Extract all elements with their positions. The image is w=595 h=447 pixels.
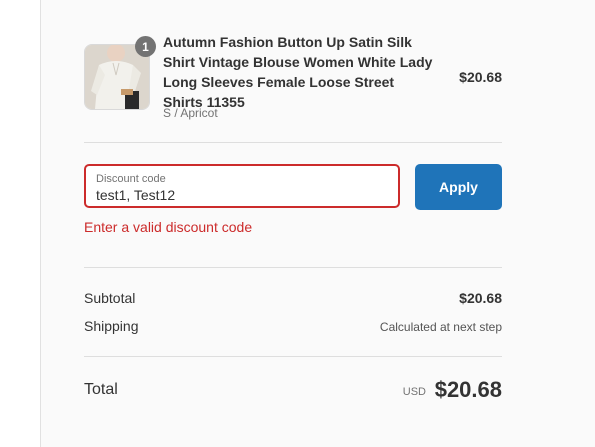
order-summary-sidebar: 1 Autumn Fashion Button Up Satin Silk Sh… (40, 0, 595, 447)
product-variant: S / Apricot (163, 106, 218, 120)
product-line-item: 1 Autumn Fashion Button Up Satin Silk Sh… (84, 32, 502, 132)
discount-code-input[interactable] (96, 187, 386, 203)
discount-code-field[interactable]: Discount code (84, 164, 400, 208)
apply-button[interactable]: Apply (415, 164, 502, 210)
shipping-value: Calculated at next step (379, 320, 502, 334)
shipping-label: Shipping (84, 318, 139, 334)
product-name: Autumn Fashion Button Up Satin Silk Shir… (163, 34, 433, 110)
divider (84, 142, 502, 143)
discount-error-message: Enter a valid discount code (84, 219, 253, 235)
total-label: Total (84, 381, 118, 398)
total-value: $20.68 (434, 377, 502, 402)
quantity-badge: 1 (135, 36, 156, 57)
product-price: $20.68 (459, 69, 502, 85)
discount-code-label: Discount code (96, 173, 166, 185)
total-currency: USD (402, 386, 426, 398)
subtotal-label: Subtotal (84, 290, 136, 306)
divider (84, 267, 502, 268)
divider (84, 356, 502, 357)
subtotal-value: $20.68 (459, 290, 502, 306)
